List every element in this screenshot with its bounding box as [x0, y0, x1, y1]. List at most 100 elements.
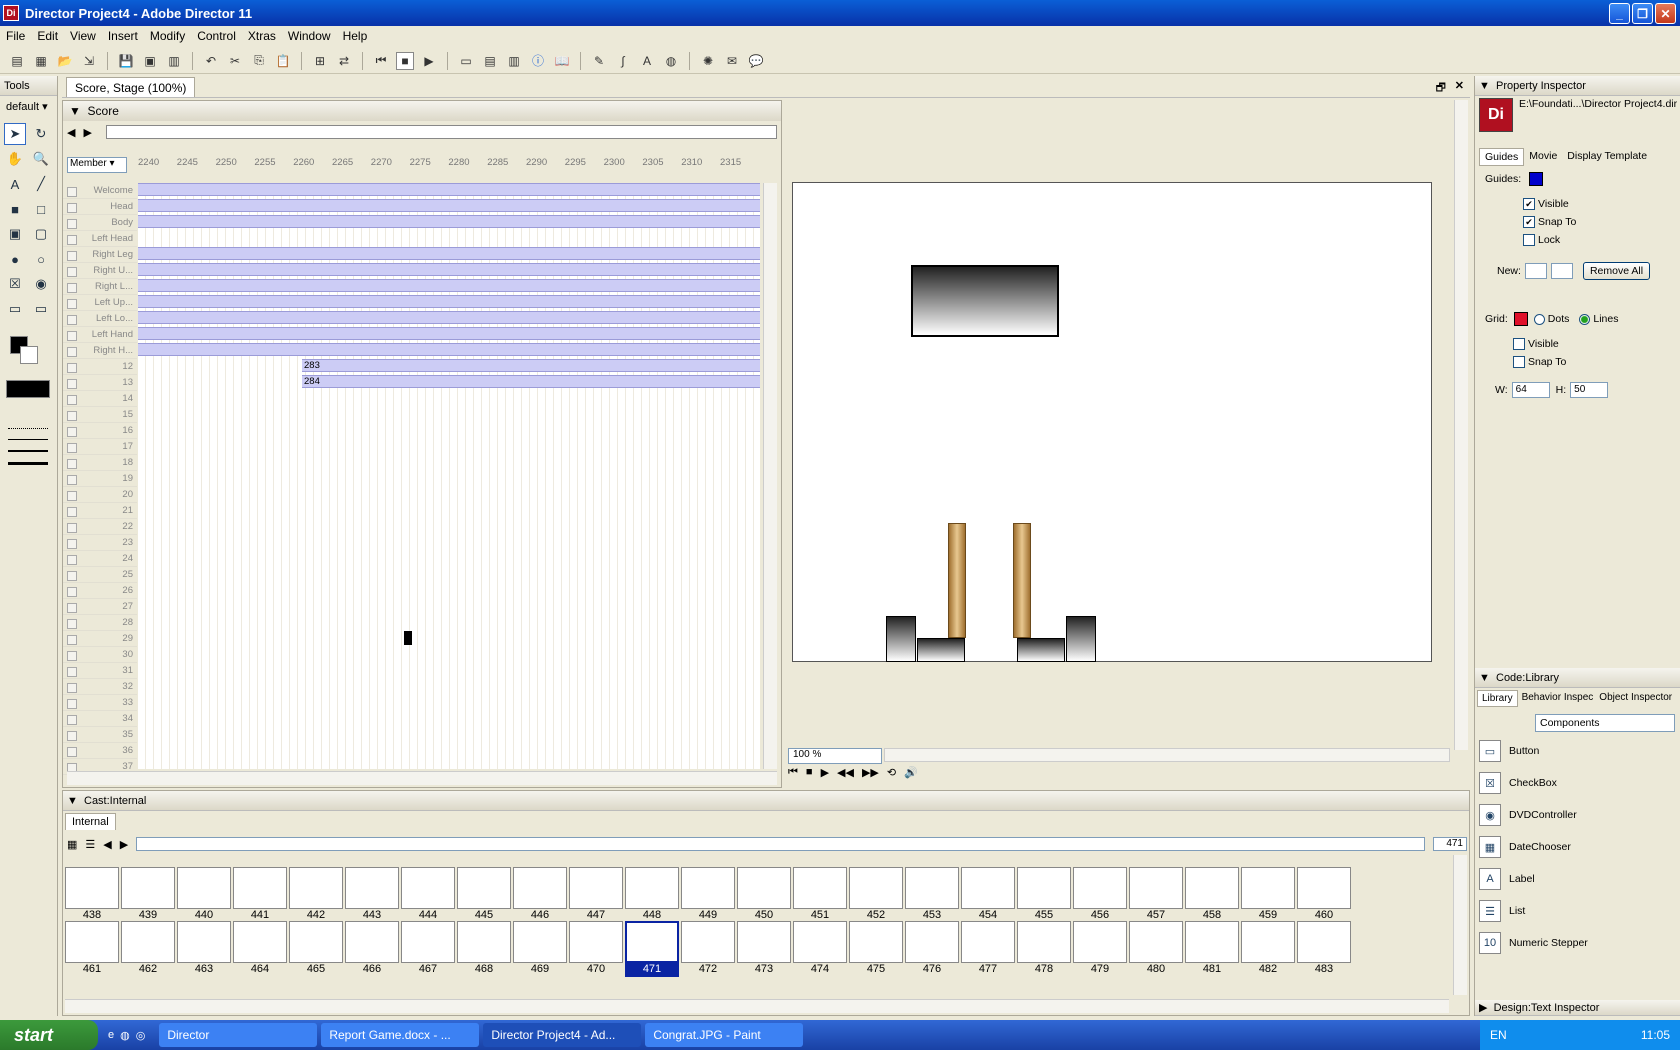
library-item-numeric-stepper[interactable]: 10 Numeric Stepper	[1479, 932, 1588, 954]
play-icon[interactable]: ▶	[420, 52, 438, 70]
loop-icon[interactable]: ⟲	[887, 766, 896, 779]
find-icon[interactable]: ⊞	[311, 52, 329, 70]
channel-label[interactable]: Right U...	[63, 263, 137, 279]
cast-member-cell[interactable]: 450	[737, 867, 791, 923]
stage-stop-icon[interactable]: ■	[806, 766, 813, 779]
menu-window[interactable]: Window	[282, 29, 337, 43]
right-block-sprite[interactable]	[1066, 616, 1096, 662]
channel-label[interactable]: 34	[63, 711, 137, 727]
pattern-chip[interactable]	[6, 380, 50, 398]
cast-member-cell[interactable]: 466	[345, 921, 399, 977]
channel-label[interactable]: 28	[63, 615, 137, 631]
channel-label[interactable]: 33	[63, 695, 137, 711]
tab-display-template[interactable]: Display Template	[1562, 148, 1652, 166]
channel-label[interactable]: 15	[63, 407, 137, 423]
cast-member-cell[interactable]: 478	[1017, 921, 1071, 977]
cast-member-cell[interactable]: 443	[345, 867, 399, 923]
cast-vertical-scrollbar[interactable]	[1453, 855, 1467, 995]
channel-label[interactable]: Left Hand	[63, 327, 137, 343]
guides-color-chip[interactable]	[1529, 172, 1544, 186]
task-director-project[interactable]: Director Project4 - Ad...	[483, 1023, 642, 1047]
text-icon[interactable]: A	[638, 52, 656, 70]
cast-member-cell[interactable]: 453	[905, 867, 959, 923]
cut-icon[interactable]: ✂	[226, 52, 244, 70]
channel-label[interactable]: 29	[63, 631, 137, 647]
member-display-select[interactable]: Member ▾	[67, 157, 127, 173]
tab-guides[interactable]: Guides	[1479, 148, 1525, 166]
sprite-span[interactable]	[138, 199, 760, 212]
zoom-tool-icon[interactable]: 🔍	[30, 148, 52, 170]
menu-xtras[interactable]: Xtras	[242, 29, 282, 43]
channel-label[interactable]: 14	[63, 391, 137, 407]
cast-member-cell[interactable]: 470	[569, 921, 623, 977]
stage-step-fwd-icon[interactable]: ▶▶	[862, 766, 879, 779]
library-item-list[interactable]: ☰ List	[1479, 900, 1525, 922]
save-icon[interactable]: 💾	[117, 52, 135, 70]
cast-member-cell[interactable]: 449	[681, 867, 735, 923]
paste-icon[interactable]: 📋	[274, 52, 292, 70]
button-tool-icon[interactable]: ▭	[30, 298, 52, 320]
vector-icon[interactable]: ∫	[614, 52, 632, 70]
cast-member-cell[interactable]: 445	[457, 867, 511, 923]
channel-label[interactable]: Head	[63, 199, 137, 215]
channel-label[interactable]: 21	[63, 503, 137, 519]
cast-member-cell[interactable]: 457	[1129, 867, 1183, 923]
save-all-icon[interactable]: ▣	[141, 52, 159, 70]
menu-file[interactable]: File	[0, 29, 31, 43]
guides-lock-checkbox[interactable]: Lock	[1523, 234, 1560, 246]
grid-height-field[interactable]: 50	[1570, 382, 1609, 398]
filled-rect-tool-icon[interactable]: ■	[4, 198, 26, 220]
cast-window-icon[interactable]: ▥	[505, 52, 523, 70]
cast-member-cell[interactable]: 468	[457, 921, 511, 977]
cast-member-cell[interactable]: 447	[569, 867, 623, 923]
library-category-select[interactable]: Components	[1535, 714, 1675, 732]
channel-label[interactable]: Body	[63, 215, 137, 231]
close-button[interactable]: ✕	[1655, 3, 1676, 24]
language-indicator[interactable]: EN	[1490, 1028, 1507, 1042]
cast-member-cell[interactable]: 474	[793, 921, 847, 977]
left-leg-sprite[interactable]	[948, 523, 966, 638]
score-nav-back-icon[interactable]: ◀	[67, 126, 75, 139]
library-item-button[interactable]: ▭ Button	[1479, 740, 1539, 762]
sprite-span[interactable]	[138, 311, 760, 324]
cast-member-cell[interactable]: 471	[625, 921, 679, 977]
cast-member-cell[interactable]: 444	[401, 867, 455, 923]
left-base-sprite[interactable]	[917, 638, 965, 662]
ie-icon[interactable]: e	[108, 1029, 114, 1042]
sprite-span[interactable]	[138, 215, 760, 228]
rotate-tool-icon[interactable]: ↻	[30, 123, 52, 145]
list-view-icon[interactable]: ☰	[85, 838, 95, 851]
task-report-game[interactable]: Report Game.docx - ...	[321, 1023, 480, 1047]
ellipse-tool-icon[interactable]: ○	[30, 248, 52, 270]
cast-next-icon[interactable]: ▶	[120, 838, 128, 851]
media-icon[interactable]: ◎	[136, 1029, 146, 1042]
cast-member-cell[interactable]: 460	[1297, 867, 1351, 923]
task-director-folder[interactable]: Director	[159, 1023, 318, 1047]
sprite-span[interactable]: 284	[302, 375, 760, 388]
stage-window-icon[interactable]: ▭	[457, 52, 475, 70]
design-panel-header[interactable]: ▶ Design:Text Inspector	[1475, 1000, 1680, 1016]
cast-member-cell[interactable]: 448	[625, 867, 679, 923]
new-vertical-guide[interactable]	[1550, 263, 1573, 279]
new-horizontal-guide[interactable]	[1524, 263, 1547, 279]
channel-label[interactable]: 19	[63, 471, 137, 487]
channel-label[interactable]: Right L...	[63, 279, 137, 295]
field-tool-icon[interactable]: ▭	[4, 298, 26, 320]
tools-preset-select[interactable]: default ▾	[0, 96, 57, 117]
rewind-icon[interactable]: ⏮	[372, 52, 390, 70]
cast-member-cell[interactable]: 458	[1185, 867, 1239, 923]
cast-member-cell[interactable]: 452	[849, 867, 903, 923]
guides-snap-checkbox[interactable]: ✔ Snap To	[1523, 216, 1576, 228]
cast-member-cell[interactable]: 475	[849, 921, 903, 977]
sprite-span[interactable]	[138, 263, 760, 276]
new-movie-icon[interactable]: ▤	[8, 52, 26, 70]
paint-icon[interactable]: ✎	[590, 52, 608, 70]
filled-roundrect-tool-icon[interactable]: ▣	[4, 223, 26, 245]
exchange-icon[interactable]: ⇄	[335, 52, 353, 70]
cast-member-cell[interactable]: 467	[401, 921, 455, 977]
grid-color-chip[interactable]	[1513, 312, 1528, 326]
menu-control[interactable]: Control	[191, 29, 242, 43]
cast-member-name-field[interactable]	[136, 837, 1425, 851]
cast-member-cell[interactable]: 446	[513, 867, 567, 923]
cast-member-cell[interactable]: 473	[737, 921, 791, 977]
